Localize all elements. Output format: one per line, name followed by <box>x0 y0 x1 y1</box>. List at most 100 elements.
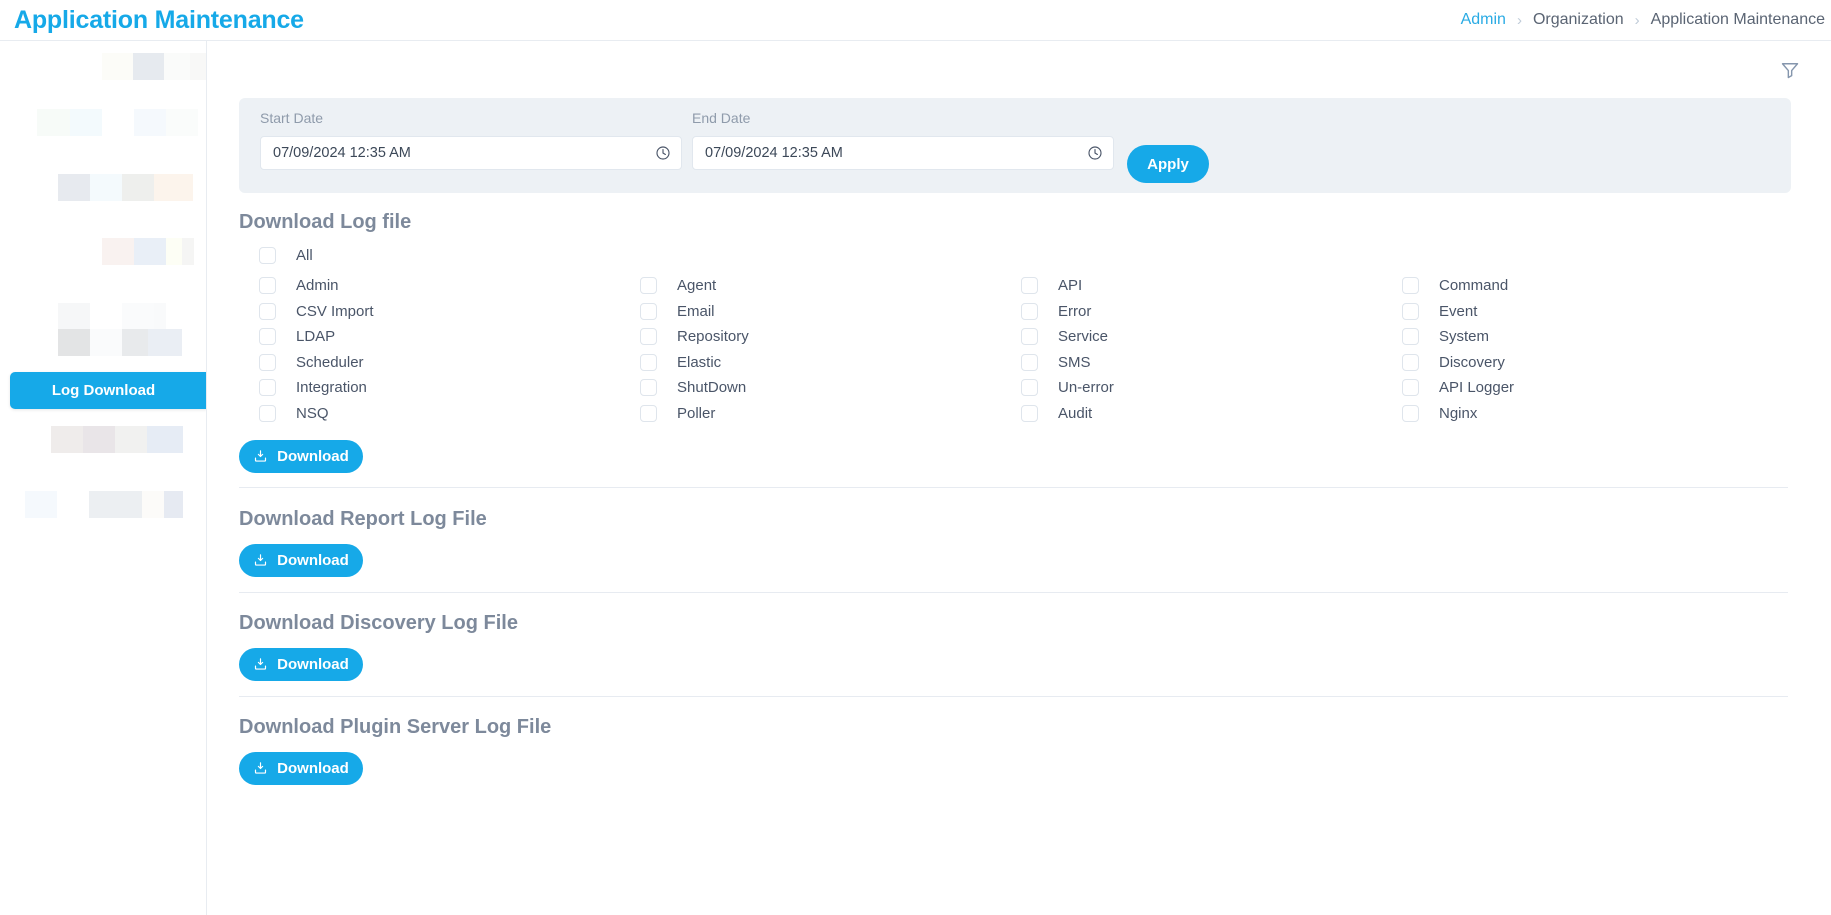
redaction-block <box>37 109 70 136</box>
redaction-block <box>51 426 83 453</box>
checkbox-box-icon[interactable] <box>1021 405 1038 422</box>
redaction-block <box>166 109 198 136</box>
redaction-block <box>166 238 182 265</box>
redaction-block <box>90 329 122 356</box>
redaction-block <box>164 491 183 518</box>
checkbox-box-icon[interactable] <box>259 303 276 320</box>
checkbox-agent[interactable]: Agent <box>640 273 980 299</box>
redaction-block <box>102 109 134 136</box>
checkbox-label: All <box>296 247 313 264</box>
redaction-block <box>154 174 193 201</box>
checkbox-audit[interactable]: Audit <box>1021 401 1361 427</box>
checkbox-box-icon[interactable] <box>1021 277 1038 294</box>
apply-button[interactable]: Apply <box>1127 145 1209 183</box>
sidebar-item-placeholder[interactable] <box>58 174 193 201</box>
clock-icon[interactable] <box>1087 145 1103 161</box>
checkbox-box-icon[interactable] <box>259 405 276 422</box>
checkbox-sms[interactable]: SMS <box>1021 350 1361 376</box>
sidebar-item-placeholder[interactable] <box>25 491 183 518</box>
checkbox-box-icon[interactable] <box>259 354 276 371</box>
checkbox-system[interactable]: System <box>1402 324 1742 350</box>
checkbox-box-icon[interactable] <box>1402 379 1419 396</box>
checkbox-scheduler[interactable]: Scheduler <box>259 350 599 376</box>
checkbox-label: CSV Import <box>296 303 374 320</box>
sidebar-item-log-download[interactable]: Log Download <box>10 372 207 409</box>
checkbox-repository[interactable]: Repository <box>640 324 980 350</box>
checkbox-box-icon[interactable] <box>1021 328 1038 345</box>
download-icon <box>253 761 268 776</box>
checkbox-nginx[interactable]: Nginx <box>1402 401 1742 427</box>
checkbox-box-icon[interactable] <box>640 328 657 345</box>
checkbox-email[interactable]: Email <box>640 299 980 325</box>
download-log-file-button[interactable]: Download <box>239 440 363 473</box>
checkbox-discovery[interactable]: Discovery <box>1402 350 1742 376</box>
checkbox-command[interactable]: Command <box>1402 273 1742 299</box>
checkbox-box-icon[interactable] <box>259 247 276 264</box>
end-date-input-wrap[interactable] <box>692 136 1114 170</box>
checkbox-box-icon[interactable] <box>640 354 657 371</box>
end-date-input[interactable] <box>693 137 1113 169</box>
sidebar-item-placeholder[interactable] <box>102 53 207 80</box>
checkbox-label: ShutDown <box>677 379 746 396</box>
checkbox-admin[interactable]: Admin <box>259 273 599 299</box>
checkbox-all[interactable]: All <box>259 243 313 269</box>
sidebar-item-placeholder[interactable] <box>51 426 183 453</box>
sidebar-item-placeholder[interactable] <box>37 109 200 136</box>
sidebar-item-placeholder[interactable] <box>58 303 166 330</box>
checkbox-box-icon[interactable] <box>1021 303 1038 320</box>
checkbox-elastic[interactable]: Elastic <box>640 350 980 376</box>
checkbox-error[interactable]: Error <box>1021 299 1361 325</box>
checkbox-box-icon[interactable] <box>1021 354 1038 371</box>
download-discovery-log-button[interactable]: Download <box>239 648 363 681</box>
checkbox-box-icon[interactable] <box>640 303 657 320</box>
filter-funnel-icon[interactable] <box>1780 60 1800 80</box>
checkbox-label: Scheduler <box>296 354 364 371</box>
end-date-label: End Date <box>692 110 1114 126</box>
checkbox-shutdown[interactable]: ShutDown <box>640 375 980 401</box>
checkbox-integration[interactable]: Integration <box>259 375 599 401</box>
clock-icon[interactable] <box>655 145 671 161</box>
checkbox-box-icon[interactable] <box>1402 354 1419 371</box>
redaction-block <box>90 303 122 330</box>
checkbox-box-icon[interactable] <box>1402 277 1419 294</box>
checkbox-box-icon[interactable] <box>1402 328 1419 345</box>
download-icon <box>253 657 268 672</box>
section-divider <box>239 592 1788 593</box>
checkbox-box-icon[interactable] <box>640 405 657 422</box>
redaction-block <box>164 53 189 80</box>
checkbox-box-icon[interactable] <box>1402 303 1419 320</box>
start-date-input-wrap[interactable] <box>260 136 682 170</box>
checkbox-label: Error <box>1058 303 1091 320</box>
download-report-log-button[interactable]: Download <box>239 544 363 577</box>
checkbox-box-icon[interactable] <box>640 379 657 396</box>
checkbox-csv-import[interactable]: CSV Import <box>259 299 599 325</box>
checkbox-box-icon[interactable] <box>640 277 657 294</box>
breadcrumb-item-application-maintenance: Application Maintenance <box>1651 11 1825 29</box>
start-date-input[interactable] <box>261 137 681 169</box>
download-button-label: Download <box>277 760 349 777</box>
breadcrumb-item-admin[interactable]: Admin <box>1461 11 1506 29</box>
checkbox-service[interactable]: Service <box>1021 324 1361 350</box>
sidebar-item-label: Log Download <box>52 382 165 399</box>
breadcrumb-item-organization[interactable]: Organization <box>1533 11 1624 29</box>
download-button-label: Download <box>277 552 349 569</box>
redaction-block <box>122 303 154 330</box>
checkbox-nsq[interactable]: NSQ <box>259 401 599 427</box>
redaction-block <box>58 174 90 201</box>
sidebar-item-placeholder[interactable] <box>102 238 194 265</box>
checkbox-ldap[interactable]: LDAP <box>259 324 599 350</box>
checkbox-poller[interactable]: Poller <box>640 401 980 427</box>
checkbox-box-icon[interactable] <box>1021 379 1038 396</box>
checkbox-event[interactable]: Event <box>1402 299 1742 325</box>
checkbox-label: Event <box>1439 303 1477 320</box>
checkbox-api[interactable]: API <box>1021 273 1361 299</box>
checkbox-box-icon[interactable] <box>259 379 276 396</box>
checkbox-un-error[interactable]: Un-error <box>1021 375 1361 401</box>
sidebar-item-placeholder[interactable] <box>58 329 182 356</box>
checkbox-api-logger[interactable]: API Logger <box>1402 375 1742 401</box>
toolbar <box>208 41 1831 98</box>
checkbox-box-icon[interactable] <box>259 277 276 294</box>
download-plugin-server-log-button[interactable]: Download <box>239 752 363 785</box>
checkbox-box-icon[interactable] <box>1402 405 1419 422</box>
checkbox-box-icon[interactable] <box>259 328 276 345</box>
